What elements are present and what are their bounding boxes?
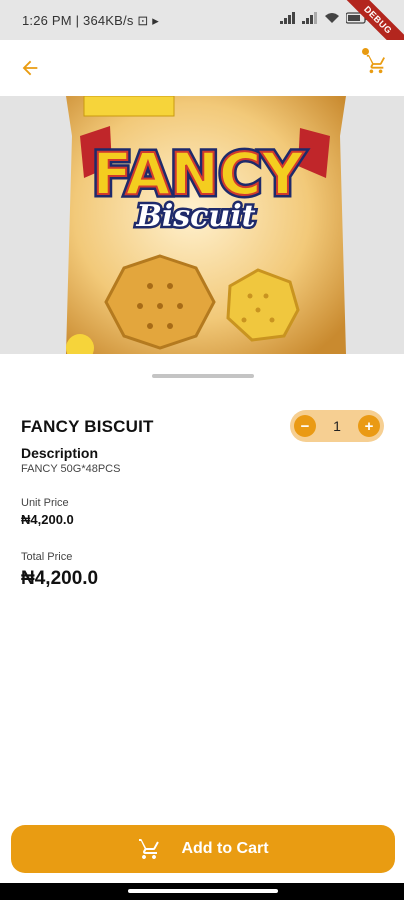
unit-price-value: ₦4,200.0 (21, 512, 74, 527)
cart-button[interactable] (358, 46, 394, 82)
unit-price-label: Unit Price (21, 497, 69, 509)
total-price-label: Total Price (21, 551, 73, 563)
sheet-handle[interactable] (152, 374, 254, 378)
description-label: Description (21, 445, 99, 461)
signal-icon (280, 12, 295, 24)
product-image: FANCY FANCY Biscuit (0, 96, 404, 354)
arrow-left-icon (22, 60, 38, 76)
status-text: 1:26 PM | 364KB/s ⊡ ▸ (22, 13, 159, 28)
add-to-cart-button[interactable]: Add to Cart (11, 825, 395, 873)
product-name: FANCY BISCUIT (21, 417, 154, 436)
total-price-value: ₦4,200.0 (21, 568, 99, 589)
wifi-icon (325, 13, 339, 23)
back-button[interactable] (12, 50, 48, 86)
add-to-cart-label: Add to Cart (181, 840, 269, 857)
system-nav-bar (0, 883, 404, 900)
svg-text:Biscuit: Biscuit (136, 199, 256, 234)
biscuit-pack-illustration: FANCY FANCY Biscuit (66, 96, 346, 354)
home-indicator[interactable] (128, 889, 278, 893)
signal-icon-2 (302, 12, 317, 24)
increment-button[interactable]: + (357, 415, 380, 437)
status-icons (280, 12, 368, 24)
svg-text:FANCY: FANCY (93, 140, 305, 208)
app-bar (0, 40, 404, 96)
status-bar: 1:26 PM | 364KB/s ⊡ ▸ DEBUG (0, 0, 404, 40)
cart-icon (366, 54, 385, 74)
decrement-button[interactable]: − (294, 415, 316, 437)
quantity-stepper: − 1 + (290, 410, 384, 442)
quantity-value: 1 (333, 418, 341, 434)
cart-icon (139, 839, 160, 859)
description-value: FANCY 50G*48PCS (21, 463, 121, 475)
cart-badge (362, 48, 369, 55)
